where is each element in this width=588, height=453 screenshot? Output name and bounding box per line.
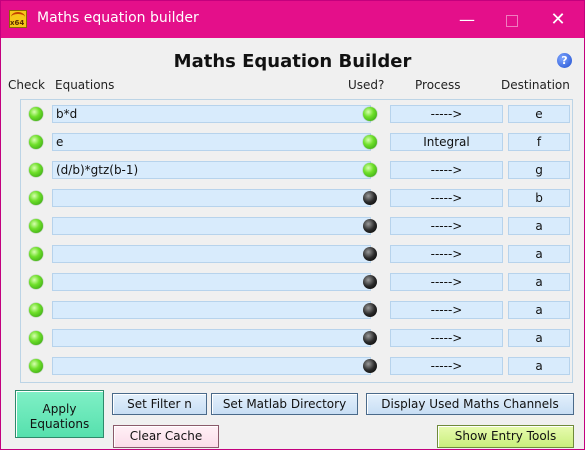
window-title: Maths equation builder: [37, 10, 199, 26]
used-indicator-icon: [363, 219, 377, 233]
process-field[interactable]: ----->: [390, 329, 503, 347]
table-row: -----> a: [21, 356, 572, 376]
help-icon[interactable]: ?: [557, 53, 572, 68]
destination-field[interactable]: a: [508, 357, 570, 375]
destination-field[interactable]: g: [508, 161, 570, 179]
page-title: Maths Equation Builder: [173, 51, 412, 72]
destination-field[interactable]: a: [508, 217, 570, 235]
minimize-button[interactable]: —: [444, 1, 490, 38]
process-field[interactable]: ----->: [390, 217, 503, 235]
apply-button-label-line2: Equations: [29, 417, 90, 431]
used-indicator-icon: [363, 303, 377, 317]
set-filter-button[interactable]: Set Filter n: [112, 393, 207, 415]
app-icon: x64: [9, 10, 27, 28]
table-row: -----> a: [21, 244, 572, 264]
column-header-equations: Equations: [55, 78, 115, 92]
check-indicator-icon[interactable]: [29, 275, 43, 289]
set-matlab-directory-button[interactable]: Set Matlab Directory: [211, 393, 358, 415]
used-indicator-icon: [363, 331, 377, 345]
table-row: -----> b: [21, 188, 572, 208]
process-field[interactable]: ----->: [390, 189, 503, 207]
table-row: b*d -----> e: [21, 104, 572, 124]
used-indicator-icon: [363, 191, 377, 205]
apply-button-label-line1: Apply: [42, 402, 77, 416]
process-field[interactable]: ----->: [390, 245, 503, 263]
column-header-used: Used?: [348, 78, 385, 92]
check-indicator-icon[interactable]: [29, 163, 43, 177]
equation-field[interactable]: [52, 329, 371, 347]
maths-equation-builder-window: x64 Maths equation builder — ✕ Maths Equ…: [0, 0, 585, 450]
check-indicator-icon[interactable]: [29, 219, 43, 233]
maximize-button[interactable]: [489, 1, 535, 38]
table-row: -----> a: [21, 216, 572, 236]
maximize-icon: [506, 14, 518, 27]
display-used-maths-channels-button[interactable]: Display Used Maths Channels: [366, 393, 574, 415]
process-field[interactable]: ----->: [390, 105, 503, 123]
used-indicator-icon: [363, 135, 377, 149]
check-indicator-icon[interactable]: [29, 331, 43, 345]
table-row: (d/b)*gtz(b-1) -----> g: [21, 160, 572, 180]
clear-cache-button[interactable]: Clear Cache: [113, 425, 219, 448]
destination-field[interactable]: a: [508, 273, 570, 291]
equation-field[interactable]: [52, 189, 371, 207]
destination-field[interactable]: a: [508, 301, 570, 319]
column-header-destination: Destination: [501, 78, 570, 92]
used-indicator-icon: [363, 247, 377, 261]
destination-field[interactable]: e: [508, 105, 570, 123]
destination-field[interactable]: a: [508, 329, 570, 347]
process-field[interactable]: ----->: [390, 161, 503, 179]
check-indicator-icon[interactable]: [29, 303, 43, 317]
process-field[interactable]: ----->: [390, 357, 503, 375]
destination-field[interactable]: a: [508, 245, 570, 263]
equation-field[interactable]: [52, 357, 371, 375]
destination-field[interactable]: f: [508, 133, 570, 151]
check-indicator-icon[interactable]: [29, 135, 43, 149]
equation-field[interactable]: e: [52, 133, 371, 151]
equations-table: b*d -----> e e Integral f (d/b)*gtz(b-1) ----->…: [20, 99, 573, 383]
table-row: -----> a: [21, 272, 572, 292]
column-header-process: Process: [415, 78, 461, 92]
process-field[interactable]: ----->: [390, 301, 503, 319]
destination-field[interactable]: b: [508, 189, 570, 207]
table-row: e Integral f: [21, 132, 572, 152]
equation-field[interactable]: [52, 217, 371, 235]
table-row: -----> a: [21, 328, 572, 348]
show-entry-tools-button[interactable]: Show Entry Tools: [437, 425, 574, 448]
process-field[interactable]: ----->: [390, 273, 503, 291]
used-indicator-icon: [363, 163, 377, 177]
equation-field[interactable]: [52, 245, 371, 263]
column-header-check: Check: [8, 78, 45, 92]
equation-field[interactable]: [52, 301, 371, 319]
check-indicator-icon[interactable]: [29, 359, 43, 373]
process-field[interactable]: Integral: [390, 133, 503, 151]
app-icon-label: x64: [10, 19, 25, 27]
table-row: -----> a: [21, 300, 572, 320]
used-indicator-icon: [363, 107, 377, 121]
equation-field[interactable]: b*d: [52, 105, 371, 123]
used-indicator-icon: [363, 359, 377, 373]
equation-field[interactable]: [52, 273, 371, 291]
used-indicator-icon: [363, 275, 377, 289]
check-indicator-icon[interactable]: [29, 247, 43, 261]
close-button[interactable]: ✕: [535, 1, 581, 38]
check-indicator-icon[interactable]: [29, 107, 43, 121]
title-bar[interactable]: x64 Maths equation builder — ✕: [1, 1, 584, 38]
equation-field[interactable]: (d/b)*gtz(b-1): [52, 161, 371, 179]
check-indicator-icon[interactable]: [29, 191, 43, 205]
apply-equations-button[interactable]: Apply Equations: [15, 390, 104, 438]
